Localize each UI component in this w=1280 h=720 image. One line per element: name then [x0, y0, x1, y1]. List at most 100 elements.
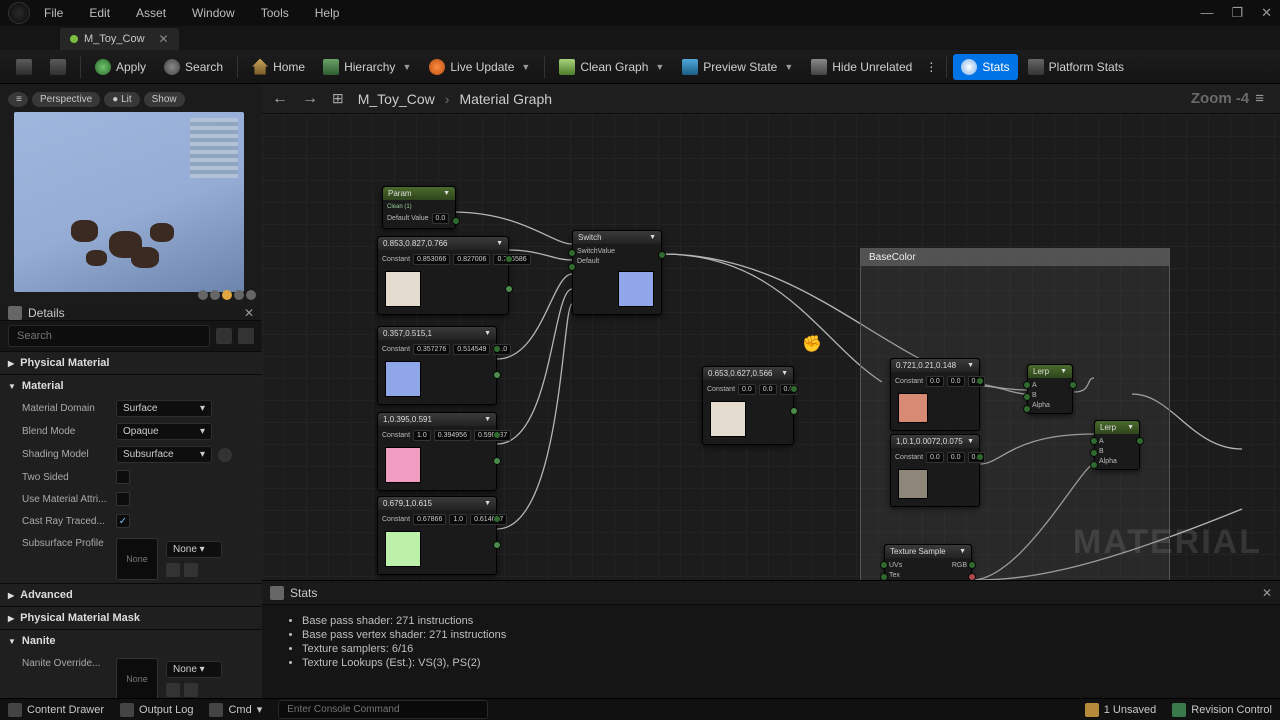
crumb-graph[interactable]: Material Graph — [459, 91, 552, 107]
prop-shading-dropdown[interactable]: Subsurface ▾ — [116, 446, 212, 463]
node-switch[interactable]: Switch▼ SwitchValue Default — [572, 230, 662, 315]
cat-material[interactable]: ▼Material — [0, 374, 262, 397]
search-button[interactable]: Search — [156, 54, 231, 80]
node-constant-7[interactable]: 1,0.1,0.0072,0.075▼ Constant0.00.00.0 — [890, 434, 980, 507]
node-constant-3[interactable]: 1,0.395,0.591▼ Constant1.00.3949560.5909… — [377, 412, 497, 491]
node-constant-6[interactable]: 0.721,0.21,0.148▼ Constant0.00.00.0 — [890, 358, 980, 431]
window-close[interactable]: ✕ — [1261, 5, 1272, 21]
grab-cursor-icon: ✊ — [802, 334, 820, 352]
prop-shading-reset[interactable] — [218, 448, 232, 462]
menu-file[interactable]: File — [40, 4, 67, 22]
output-log-button[interactable]: Output Log — [120, 703, 193, 717]
save-button[interactable] — [8, 54, 40, 80]
prop-blend-dropdown[interactable]: Opaque ▾ — [116, 423, 212, 440]
node-lerp-2[interactable]: Lerp▼ A B Alpha — [1094, 420, 1140, 470]
subsurf-dropdown[interactable]: None ▾ — [166, 541, 222, 558]
menu-edit[interactable]: Edit — [85, 4, 114, 22]
details-title: Details — [28, 306, 65, 320]
platform-icon — [1028, 59, 1044, 75]
hide-unrelated-button[interactable]: Hide Unrelated — [803, 54, 920, 80]
console-input[interactable] — [278, 700, 488, 719]
cat-physmat-mask[interactable]: ▶Physical Material Mask — [0, 606, 262, 629]
hierarchy-button[interactable]: Hierarchy▼ — [315, 54, 419, 80]
viewport-lit[interactable]: ● Lit — [104, 92, 139, 107]
stats-content: Base pass shader: 271 instructions Base … — [262, 605, 1280, 698]
cat-physical-material[interactable]: ▶Physical Material — [0, 351, 262, 374]
unsaved-indicator[interactable]: 1 Unsaved — [1085, 703, 1157, 717]
cmd-button[interactable]: Cmd ▾ — [209, 703, 262, 717]
nanite-use-icon[interactable] — [166, 683, 180, 697]
viewport-perspective[interactable]: Perspective — [32, 92, 100, 107]
viewport-options[interactable]: ≡ — [8, 92, 28, 107]
home-button[interactable]: Home — [244, 54, 313, 80]
graph-forward[interactable]: → — [302, 90, 318, 108]
menu-asset[interactable]: Asset — [132, 4, 170, 22]
subsurf-browse-icon[interactable] — [184, 563, 198, 577]
nanite-dropdown[interactable]: None ▾ — [166, 661, 222, 678]
cat-advanced[interactable]: ▶Advanced — [0, 583, 262, 606]
node-constant-5[interactable]: 0.653,0.627,0.566▼ Constant0.00.00.0 — [702, 366, 794, 445]
material-graph[interactable]: Param▼ Clean (1) Default Value0.0 0.853,… — [262, 114, 1280, 580]
window-min[interactable]: — — [1200, 5, 1213, 21]
details-settings-icon[interactable] — [238, 328, 254, 344]
live-update-icon — [429, 59, 445, 75]
cat-nanite[interactable]: ▼Nanite — [0, 629, 262, 652]
apply-button[interactable]: Apply — [87, 54, 154, 80]
menu-tools[interactable]: Tools — [257, 4, 293, 22]
zoom-label: Zoom -4≡ — [1191, 90, 1264, 107]
graph-options-icon[interactable]: ≡ — [1255, 90, 1264, 107]
node-param[interactable]: Param▼ Clean (1) Default Value0.0 — [382, 186, 456, 229]
preview-state-button[interactable]: Preview State▼ — [674, 54, 801, 80]
menu-window[interactable]: Window — [188, 4, 239, 22]
subsurf-asset-slot[interactable]: None — [116, 538, 158, 580]
crumb-asset[interactable]: M_Toy_Cow — [358, 91, 435, 107]
prop-domain-dropdown[interactable]: Surface ▾ — [116, 400, 212, 417]
preview-scene — [14, 112, 244, 292]
graph-focus-icon[interactable]: ⊞ — [332, 90, 344, 107]
content-drawer-button[interactable]: Content Drawer — [8, 703, 104, 717]
search-icon — [164, 59, 180, 75]
hide-options[interactable]: ⋮ — [922, 57, 940, 77]
preview-icon — [682, 59, 698, 75]
details-filter-icon[interactable] — [216, 328, 232, 344]
nanite-asset-slot[interactable]: None — [116, 658, 158, 698]
asset-tab[interactable]: M_Toy_Cow ✕ — [60, 28, 179, 50]
prop-domain-label: Material Domain — [22, 403, 116, 414]
clean-graph-button[interactable]: Clean Graph▼ — [551, 54, 672, 80]
node-constant-2[interactable]: 0.357,0.515,1▼ Constant0.3572760.5145491… — [377, 326, 497, 405]
unsaved-icon — [1085, 703, 1099, 717]
nanite-browse-icon[interactable] — [184, 683, 198, 697]
viewport-show[interactable]: Show — [144, 92, 185, 107]
apply-icon — [95, 59, 111, 75]
stats-button[interactable]: Stats — [953, 54, 1017, 80]
prop-castray-label: Cast Ray Traced... — [22, 516, 116, 527]
prop-twosided-checkbox[interactable] — [116, 470, 130, 484]
node-texture-sample[interactable]: Texture Sample▼ UVsRGB Tex Apply View Mi… — [884, 544, 972, 580]
live-update-button[interactable]: Live Update▼ — [421, 54, 538, 80]
browse-button[interactable] — [42, 54, 74, 80]
prop-castray-checkbox[interactable] — [116, 514, 130, 528]
drawer-icon — [8, 703, 22, 717]
revision-control-button[interactable]: Revision Control — [1172, 703, 1272, 717]
platform-stats-button[interactable]: Platform Stats — [1020, 54, 1132, 80]
save-icon — [16, 59, 32, 75]
prop-twosided-label: Two Sided — [22, 472, 116, 483]
tab-close[interactable]: ✕ — [159, 32, 169, 46]
graph-back[interactable]: ← — [272, 90, 288, 108]
node-lerp-1[interactable]: Lerp▼ A B Alpha — [1027, 364, 1073, 414]
node-constant-1[interactable]: 0.853,0.827,0.766▼ Constant0.8530660.827… — [377, 236, 509, 315]
node-constant-4[interactable]: 0.679,1,0.615▼ Constant0.678661.00.61467… — [377, 496, 497, 575]
preview-mesh-buttons[interactable] — [198, 290, 256, 300]
stats-close[interactable]: ✕ — [1262, 586, 1272, 600]
material-preview-viewport[interactable]: ≡ Perspective ● Lit Show — [0, 84, 262, 306]
menu-help[interactable]: Help — [311, 4, 344, 22]
prop-nanite-label: Nanite Override... — [22, 658, 116, 669]
subsurf-use-icon[interactable] — [166, 563, 180, 577]
details-search-input[interactable] — [8, 325, 210, 347]
cmd-icon — [209, 703, 223, 717]
details-close[interactable]: ✕ — [244, 306, 254, 320]
prop-attri-checkbox[interactable] — [116, 492, 130, 506]
graph-watermark: MATERIAL — [1073, 523, 1262, 562]
chevron-down-icon: ▼ — [521, 62, 530, 72]
window-max[interactable]: ❐ — [1231, 5, 1243, 21]
